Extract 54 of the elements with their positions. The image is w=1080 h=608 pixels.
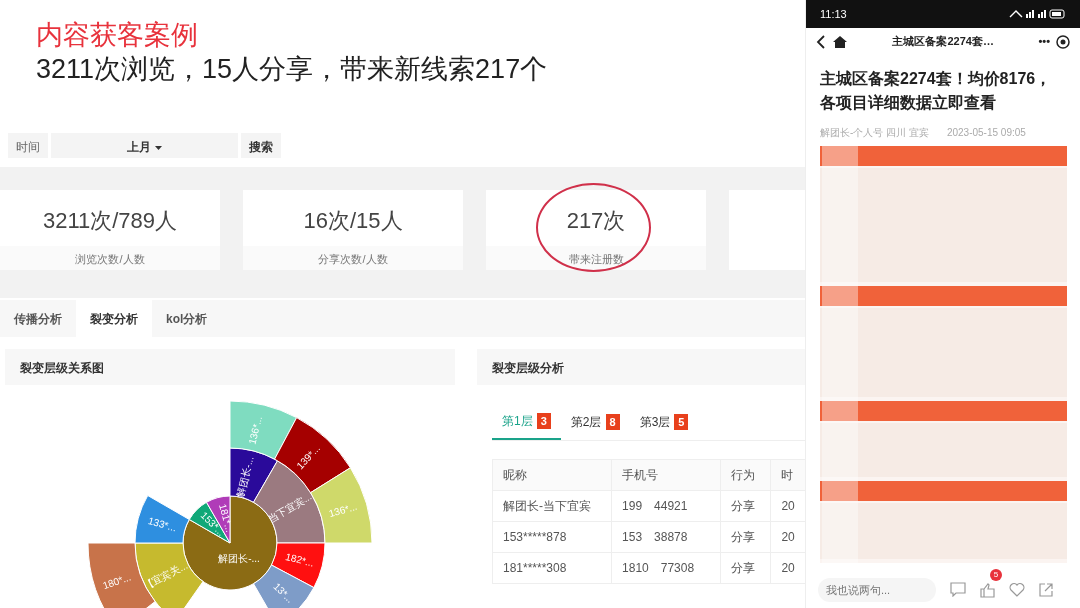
table-cell: 分享: [720, 490, 771, 522]
table-cell: 分享: [720, 521, 771, 553]
stat-value: 217次: [565, 207, 627, 235]
phone-number-part: 153: [622, 530, 643, 544]
stat-value: 16次/15人: [302, 207, 404, 235]
panel-title: 裂变层级分析: [477, 349, 805, 385]
article-date: 2023-05-15 09:05: [946, 126, 1026, 140]
more-button[interactable]: •••: [1038, 33, 1050, 50]
phone-number-part: 1810: [622, 561, 649, 575]
heart-icon[interactable]: [1009, 582, 1025, 598]
search-button[interactable]: 搜索: [241, 133, 281, 158]
filter-label: 时间: [8, 133, 48, 158]
comment-icon[interactable]: [950, 582, 966, 598]
record-icon[interactable]: [1056, 34, 1070, 49]
thumbs-up-icon[interactable]: [980, 583, 995, 598]
back-icon[interactable]: [816, 34, 826, 49]
stat-label: 带来注册数: [486, 246, 706, 270]
stat-label: 浏览次数/人数: [0, 246, 220, 270]
phone-number-part: 44921: [654, 499, 688, 513]
level-tab[interactable]: 第3层 5: [629, 407, 699, 440]
phone-number-part: 77308: [660, 561, 695, 575]
tab[interactable]: 裂变分析: [76, 300, 152, 337]
column-header: 时: [770, 459, 805, 491]
stat-label: 分享次数/人数: [243, 246, 463, 270]
phone-number-part: 38878: [654, 530, 688, 544]
table-cell: 解团长-当下宜宾: [492, 490, 612, 522]
stat-value: 3211次/789人: [41, 207, 179, 235]
status-icons: [1008, 9, 1066, 19]
slide-title: 内容获客案例: [36, 19, 199, 52]
month-select[interactable]: 上月: [51, 133, 238, 158]
like-count-badge: 5: [990, 568, 1002, 581]
sunburst-segment: 136*...: [229, 400, 298, 460]
column-header: 昵称: [492, 459, 612, 491]
table-cell: 181*****308: [492, 552, 612, 584]
sunburst-segment: 136*...: [310, 467, 373, 544]
share-icon[interactable]: [1039, 582, 1053, 597]
article-author: 解团长-个人号 四川 宜宾: [820, 126, 929, 140]
level-tab[interactable]: 第1层 3: [492, 407, 561, 440]
page-title: 主城区备案2274套…: [891, 34, 995, 50]
caret-icon: [154, 145, 162, 150]
comment-field[interactable]: 我也说两句...: [818, 577, 936, 602]
article-title: 主城区备案2274套！均价8176，各项目详细数据立即查看: [819, 69, 1053, 113]
sunburst-segment: 133*...: [134, 495, 190, 544]
level-tab[interactable]: 第2层 8: [560, 407, 630, 440]
phone-number-part: 199: [622, 499, 643, 513]
home-icon[interactable]: [832, 34, 848, 49]
table-cell: 分享: [720, 552, 771, 584]
table-cell: 153*****878: [492, 521, 612, 553]
slide-subtitle: 3211次浏览，15人分享，带来新线索217个: [36, 53, 549, 86]
panel-title: 裂变层级关系图: [5, 349, 455, 385]
sunburst-segment: 【宜宾关...: [134, 542, 204, 608]
column-header: 行为: [720, 459, 771, 491]
column-header: 手机号: [611, 459, 721, 491]
status-time: 11:13: [820, 6, 847, 22]
